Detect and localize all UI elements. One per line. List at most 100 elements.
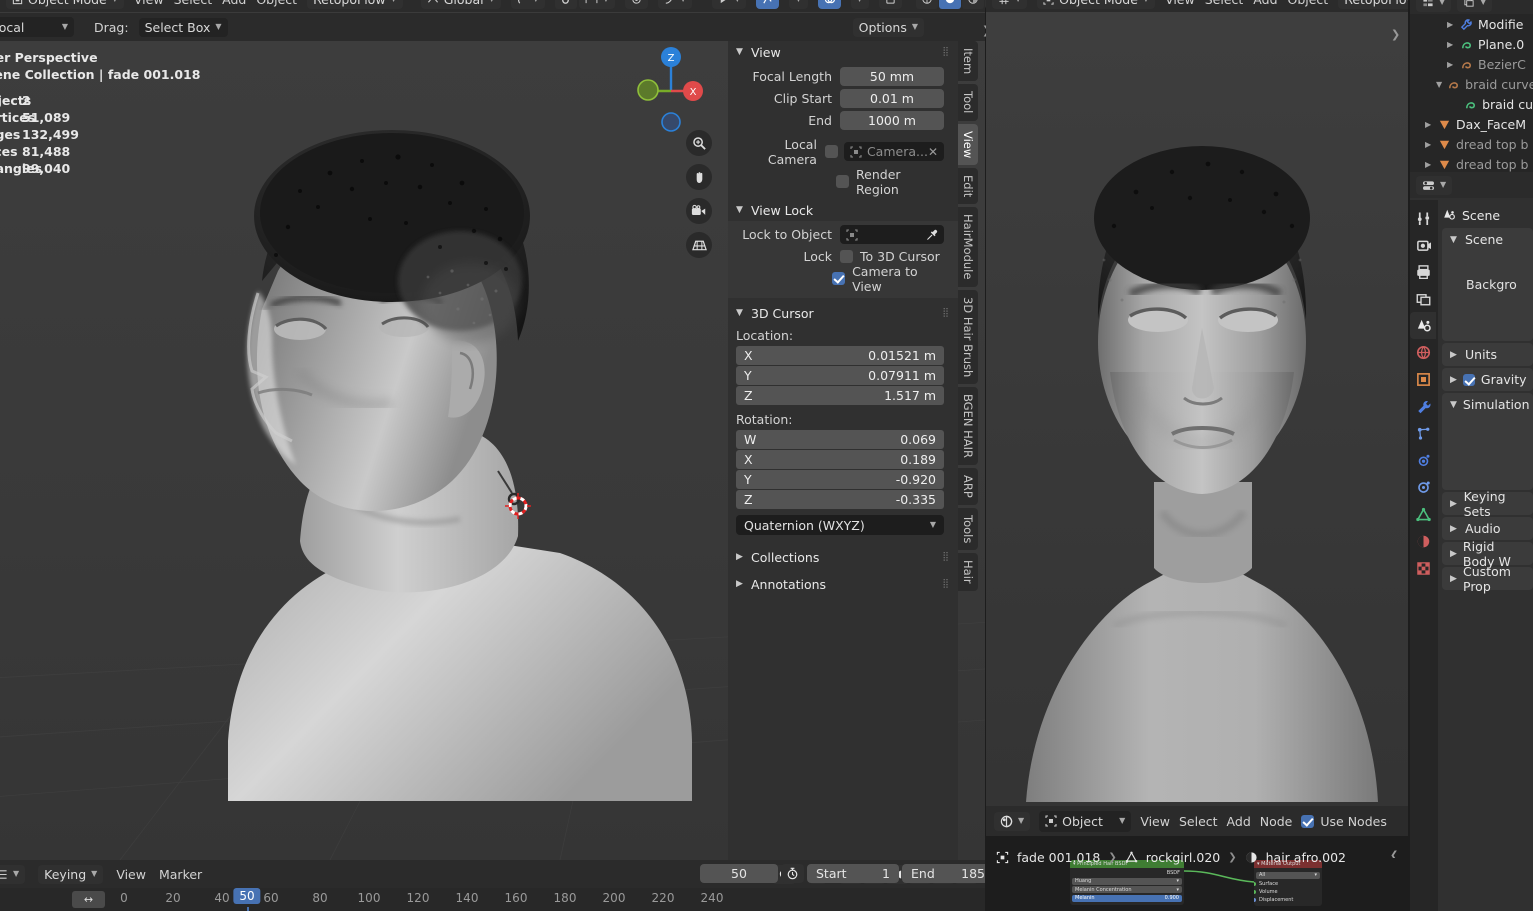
outliner-row[interactable]: ▶ Plane.0 [1410,34,1533,54]
ortho-persp-icon[interactable] [686,232,712,258]
view-section-header[interactable]: ▼ View ⣿ [728,41,958,63]
menu-view[interactable]: View [134,0,164,7]
snap-settings[interactable]: ▼ [510,0,545,9]
snap-target-selector[interactable]: ▼ [578,0,616,9]
node-input-displacement[interactable]: Displacement [1254,896,1320,904]
use-preview-range-icon[interactable] [781,864,804,883]
options-button[interactable]: Options ▼ [852,17,924,37]
playhead[interactable]: 50 [233,888,274,911]
drag-grip[interactable]: ⣿ [942,579,950,589]
frame-end-field[interactable]: End 185 [902,864,985,883]
properties-tab-physics[interactable] [1410,447,1436,474]
node-slider-melanin[interactable]: Melanin 0.900 [1072,894,1182,902]
properties-panel-header[interactable]: ▶ Rigid Body W [1442,539,1533,569]
properties-tab-world[interactable] [1410,339,1436,366]
timeline-menu-view[interactable]: View [116,867,146,882]
n-panel-tab-arp[interactable]: ARP [958,467,978,505]
cursor-location-field[interactable]: X 0.01521 m [736,346,944,365]
n-panel-tab-tool[interactable]: Tool [958,84,978,121]
cursor-rotation-field[interactable]: W 0.069 [736,430,944,449]
chevron-right-icon[interactable]: ▶ [1425,160,1433,169]
node-principled-hair-bsdf[interactable]: ▾ Principled Hair BSDF BSDF Huang ▾ Melan… [1070,860,1184,905]
right-mode-selector[interactable]: Object Mode ▼ [1037,0,1156,9]
lock-to-object-field[interactable] [840,225,944,244]
n-panel-tab-hairmodule[interactable]: HairModule [958,207,978,287]
current-frame-field[interactable]: 50 [700,864,778,883]
properties-tab-render[interactable] [1410,231,1436,258]
properties-panel-header[interactable]: ▶ Audio [1442,517,1533,540]
properties-panel-header[interactable]: ▶ Units [1442,343,1533,366]
shading-solid-icon[interactable] [938,0,961,9]
channel-region-resize[interactable]: ↔ [72,891,105,908]
local-camera-field[interactable]: Camera... ✕ [843,142,944,161]
properties-tab-tool[interactable] [1410,204,1436,231]
chevron-right-icon[interactable]: ▶ [1447,60,1455,69]
editor-type-shader-icon[interactable]: ▼ [994,811,1031,831]
shader-menu-select[interactable]: Select [1179,814,1218,829]
outliner-row[interactable]: ▶ Modifie [1410,14,1533,34]
shader-type-dropdown[interactable]: Object ▼ [1039,810,1132,832]
shading-wireframe-icon[interactable] [915,0,938,9]
proportional-falloff-selector[interactable]: ▼ [658,0,693,9]
right-menu-object[interactable]: Object [1288,0,1329,7]
node-input-volume[interactable]: Volume [1254,888,1320,896]
right-menu-view[interactable]: View [1165,0,1195,7]
render-region-checkbox[interactable] [836,175,850,188]
properties-panel-header[interactable]: ▼ Simulation [1442,393,1533,416]
properties-tab-view-layer[interactable] [1410,285,1436,312]
properties-tab-material[interactable] [1410,528,1436,555]
breadcrumb-material[interactable]: hair afro.002 [1266,850,1346,865]
focal-length-field[interactable]: 50 mm [840,67,944,86]
n-panel-tab-view[interactable]: View [958,123,978,165]
pan-hand-icon[interactable] [686,164,712,190]
properties-panel-header[interactable]: ▶ Gravity [1442,368,1533,391]
properties-panel-header[interactable]: ▶ Keying Sets [1442,489,1533,519]
drag-grip[interactable]: ⣿ [942,308,950,318]
drag-grip[interactable]: ⣿ [942,552,950,562]
cursor-rotation-field[interactable]: Y -0.920 [736,470,944,489]
menu-select[interactable]: Select [174,0,213,7]
menu-object[interactable]: Object [256,0,297,7]
chevron-right-icon[interactable]: ▶ [1447,20,1455,29]
camera-view-icon[interactable] [686,198,712,224]
node-field-melanin-concentration[interactable]: Melanin Concentration ▾ [1072,886,1182,893]
outliner-row[interactable]: ▼ braid curve [1410,74,1533,94]
properties-tab-particles[interactable] [1410,420,1436,447]
viewport-nav-buttons[interactable] [686,130,712,258]
shader-menu-add[interactable]: Add [1227,814,1251,829]
keying-dropdown[interactable]: Keying ▼ [38,864,104,884]
menu-add[interactable]: Add [222,0,246,7]
frame-start-field[interactable]: Start 1 [807,864,899,883]
editor-type-properties-icon[interactable]: ▼ [1416,175,1453,195]
mode-selector[interactable]: Object Mode ▼ [6,0,124,9]
close-icon[interactable]: ✕ [928,145,938,159]
outliner-row[interactable]: ▶ dread top b [1410,154,1533,172]
drag-mode-dropdown[interactable]: Select Box ▼ [138,17,228,37]
chevron-right-icon[interactable]: ▶ [1447,40,1455,49]
3d-cursor-section-header[interactable]: ▼ 3D Cursor ⣿ [728,302,958,324]
n-panel-tab-bgen-hair[interactable]: BGEN HAIR [958,386,978,465]
snap-magnet-icon[interactable] [554,0,577,9]
display-mode-icon[interactable]: ▼ [1457,0,1493,12]
n-panel-tab-tools[interactable]: Tools [958,507,978,551]
right-sidebar-collapse-arrow[interactable]: ❯ [1391,28,1400,41]
properties-tab-collection[interactable] [1410,366,1436,393]
to-3d-cursor-checkbox[interactable] [840,250,853,263]
timeline-menu-marker[interactable]: Marker [159,867,202,882]
gizmo-toggle[interactable] [756,0,780,9]
right-menu-add[interactable]: Add [1253,0,1277,7]
editor-type-timeline-icon[interactable]: ▼ [0,864,26,884]
zoom-icon[interactable] [686,130,712,156]
right-retopoflow-menu[interactable]: RetopoFlow ▼ [1338,0,1408,9]
outliner-row[interactable]: ▶ BezierC [1410,54,1533,74]
clip-end-field[interactable]: 1000 m [840,111,944,130]
properties-tab-output[interactable] [1410,258,1436,285]
local-camera-checkbox[interactable] [824,145,838,158]
node-input-surface[interactable]: Surface [1254,880,1320,888]
overlays-toggle[interactable] [817,0,841,9]
shader-menu-view[interactable]: View [1140,814,1170,829]
node-field-all[interactable]: All ▾ [1256,871,1320,879]
chevron-right-icon[interactable]: ▶ [1425,140,1433,149]
annotations-section-header[interactable]: ▶ Annotations ⣿ [728,573,958,595]
overlays-dropdown[interactable]: ▼ [850,0,869,9]
